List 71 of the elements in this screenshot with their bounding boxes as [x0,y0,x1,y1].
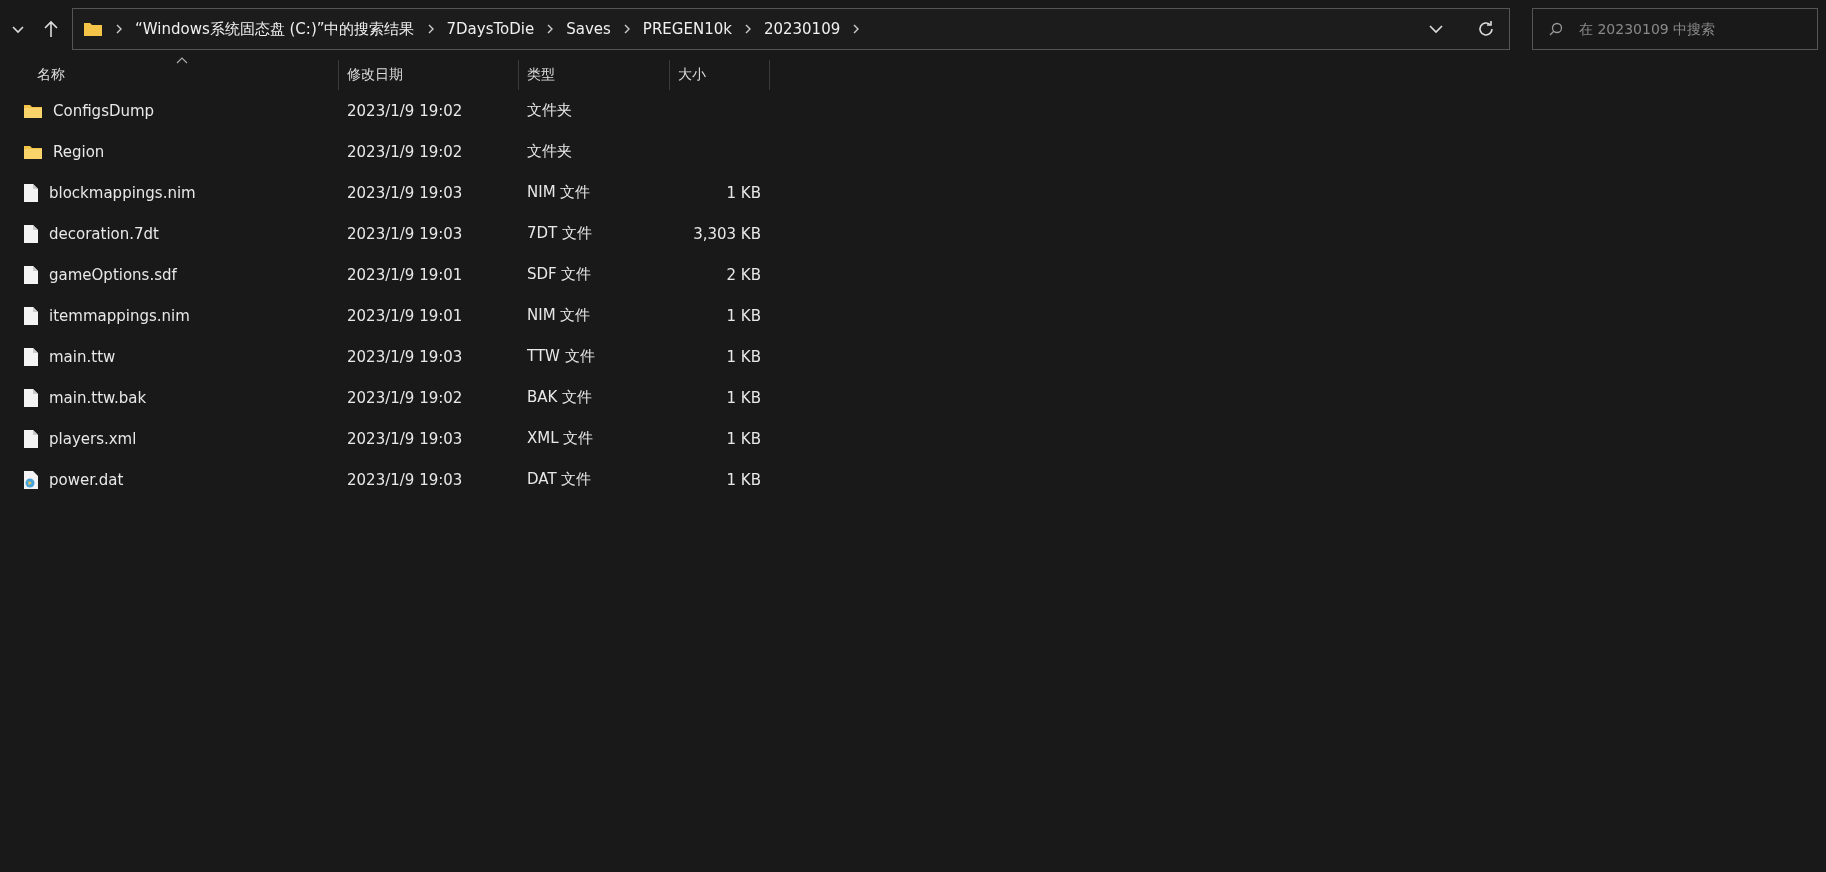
breadcrumb[interactable]: Saves [566,20,611,38]
modified-date: 2023/1/9 19:02 [346,142,464,161]
chevron-icon [743,24,752,34]
file-icon [23,223,39,244]
modified-date: 2023/1/9 19:03 [346,347,464,366]
file-icon [23,264,39,285]
file-type: NIM 文件 [526,183,592,202]
file-icon [23,346,39,367]
file-size: 1 KB [725,388,761,407]
breadcrumb[interactable]: “Windows系统固态盘 (C:)”中的搜索结果 [135,19,415,39]
column-header[interactable]: 大小 [670,60,770,90]
modified-date: 2023/1/9 19:01 [346,265,464,284]
folder-icon [83,21,103,37]
dropdown-icon[interactable] [1429,24,1443,34]
file-type: XML 文件 [526,429,595,448]
file-type: DAT 文件 [526,470,593,489]
file-name[interactable]: main.ttw [49,347,116,366]
file-name[interactable]: power.dat [49,470,124,489]
media-file-icon [23,469,39,490]
folder-icon [23,143,43,160]
column-header[interactable]: 类型 [519,60,670,90]
up-arrow-icon [42,20,59,38]
column-header[interactable]: 修改日期 [339,60,519,90]
file-size: 2 KB [725,265,761,284]
file-size: 1 KB [725,347,761,366]
refresh-icon[interactable] [1477,20,1495,38]
folder-icon [23,102,43,119]
modified-date: 2023/1/9 19:03 [346,183,464,202]
file-icon [23,428,39,449]
file-name[interactable]: itemmappings.nim [49,306,190,325]
column-header[interactable]: 名称 [0,60,339,90]
modified-date: 2023/1/9 19:03 [346,470,464,489]
modified-date: 2023/1/9 19:02 [346,101,464,120]
file-icon [23,305,39,326]
search-input[interactable]: 在 20230109 中搜索 [1577,20,1801,38]
file-icon [23,387,39,408]
address-bar[interactable]: “Windows系统固态盘 (C:)”中的搜索结果 7DaysToDie Saves PREGEN10k 20230109 [72,8,1510,50]
modified-date: 2023/1/9 19:02 [346,388,464,407]
file-name[interactable]: players.xml [49,429,137,448]
breadcrumb[interactable]: PREGEN10k [642,20,732,38]
file-name[interactable]: decoration.7dt [49,224,159,243]
search-icon [1549,22,1563,36]
modified-date: 2023/1/9 19:03 [346,429,464,448]
file-size: 3,303 KB [692,224,761,243]
file-type: BAK 文件 [526,388,594,407]
file-type: TTW 文件 [526,347,596,366]
file-size: 1 KB [725,429,761,448]
file-icon [23,182,39,203]
file-name[interactable]: main.ttw.bak [49,388,147,407]
file-size: 1 KB [725,470,761,489]
chevron-icon [852,24,861,34]
breadcrumb[interactable]: 7DaysToDie [446,20,535,38]
file-name[interactable]: gameOptions.sdf [49,265,177,284]
chevron-icon [546,24,555,34]
file-name[interactable]: blockmappings.nim [49,183,196,202]
modified-date: 2023/1/9 19:01 [346,306,464,325]
modified-date: 2023/1/9 19:03 [346,224,464,243]
file-size: 1 KB [725,306,761,325]
file-type: SDF 文件 [526,265,593,284]
chevron-icon [622,24,631,34]
file-name[interactable]: ConfigsDump [53,101,155,120]
file-name[interactable]: Region [53,142,105,161]
file-size: 1 KB [725,183,761,202]
file-type: NIM 文件 [526,306,592,325]
file-type: 文件夹 [526,101,573,120]
chevron-icon [426,24,435,34]
search-box[interactable]: 在 20230109 中搜索 [1532,8,1818,50]
file-type: 7DT 文件 [526,224,594,243]
file-type: 文件夹 [526,142,573,161]
chevron-icon [115,24,123,34]
breadcrumb[interactable]: 20230109 [763,20,841,38]
